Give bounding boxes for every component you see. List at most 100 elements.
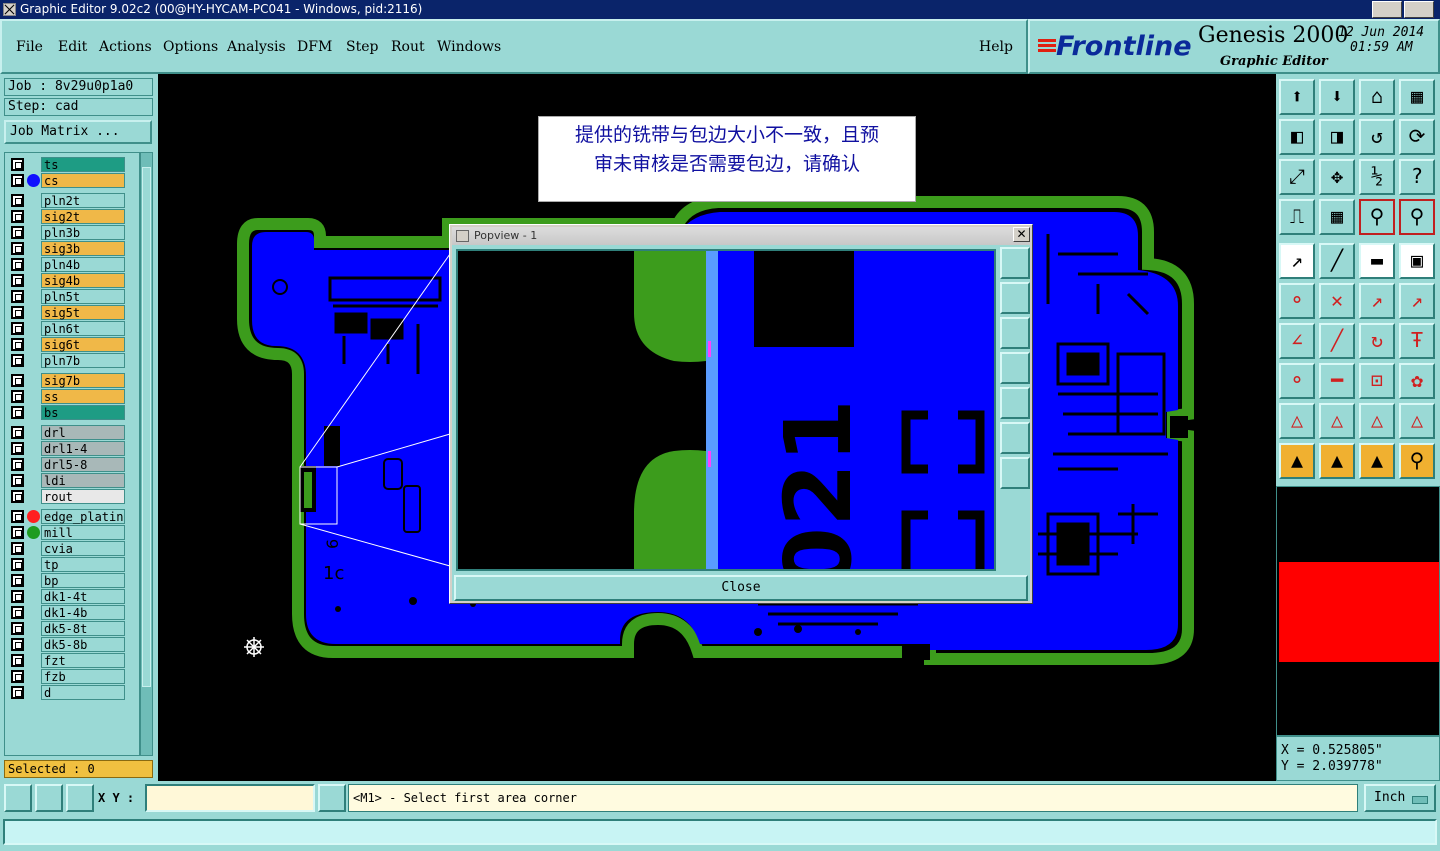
layer-checkbox[interactable] xyxy=(11,406,24,419)
layer-name[interactable]: pln2t xyxy=(41,193,125,208)
layer-row[interactable]: drl5-8 xyxy=(7,457,139,472)
menu-step[interactable]: Step xyxy=(346,39,378,55)
layer-name[interactable]: sig2t xyxy=(41,209,125,224)
layer-row[interactable]: ts xyxy=(7,157,139,172)
layer-row[interactable]: dk1-4b xyxy=(7,605,139,620)
select-add-icon[interactable]: ↗ xyxy=(1279,243,1315,279)
layer-row[interactable]: dk5-8b xyxy=(7,637,139,652)
popview-close-icon[interactable]: ✕ xyxy=(1013,227,1030,242)
layer-name[interactable]: dk1-4b xyxy=(41,605,125,620)
measure-distance-icon[interactable]: ⊡ xyxy=(1359,363,1395,399)
minimap[interactable] xyxy=(1276,486,1440,736)
layer-checkbox[interactable] xyxy=(11,426,24,439)
layer-checkbox[interactable] xyxy=(11,226,24,239)
layer-checkbox[interactable] xyxy=(11,258,24,271)
layer-checkbox[interactable] xyxy=(11,686,24,699)
line-join-icon[interactable]: ━ xyxy=(1319,363,1355,399)
layer-checkbox[interactable] xyxy=(11,374,24,387)
unit-selector[interactable]: Inch xyxy=(1364,784,1436,812)
layer-name[interactable]: sig3b xyxy=(41,241,125,256)
zoom-1-2-icon[interactable]: ½ xyxy=(1359,159,1395,195)
layer-row[interactable]: dk1-4t xyxy=(7,589,139,604)
layer-name[interactable]: dk5-8t xyxy=(41,621,125,636)
layer-checkbox[interactable] xyxy=(11,542,24,555)
layer-name[interactable]: mill xyxy=(41,525,125,540)
minimize-button[interactable] xyxy=(1372,1,1402,18)
layer-checkbox[interactable] xyxy=(11,290,24,303)
menu-file[interactable]: File xyxy=(16,39,43,55)
measure-tool-icon[interactable]: ⎍ xyxy=(1279,199,1315,235)
layer-name[interactable]: bp xyxy=(41,573,125,588)
triangle-b-icon[interactable]: △ xyxy=(1399,403,1435,439)
layer-row[interactable]: fzt xyxy=(7,653,139,668)
layer-checkbox[interactable] xyxy=(11,194,24,207)
layer-row[interactable]: pln4b xyxy=(7,257,139,272)
triangle-a-icon[interactable]: △ xyxy=(1359,403,1395,439)
layer-row[interactable]: sig2t xyxy=(7,209,139,224)
layer-row[interactable]: pln5t xyxy=(7,289,139,304)
scrollbar-thumb[interactable] xyxy=(142,167,151,687)
layer-row[interactable]: fzb xyxy=(7,669,139,684)
popview-close-button[interactable]: Close xyxy=(454,575,1028,601)
popview-zoom-fit-icon[interactable] xyxy=(1000,247,1030,279)
layer-row[interactable]: drl1-4 xyxy=(7,441,139,456)
layer-checkbox[interactable] xyxy=(11,274,24,287)
cursor-box-icon[interactable]: ▲ xyxy=(1319,443,1355,479)
menu-rout[interactable]: Rout xyxy=(391,39,425,55)
layer-name[interactable]: drl xyxy=(41,425,125,440)
undo-view-icon[interactable]: ↺ xyxy=(1359,119,1395,155)
layer-checkbox[interactable] xyxy=(11,474,24,487)
layer-row[interactable]: bs xyxy=(7,405,139,420)
layer-row[interactable]: sig3b xyxy=(7,241,139,256)
layer-checkbox[interactable] xyxy=(11,306,24,319)
cursor-icon[interactable]: ▲ xyxy=(1279,443,1315,479)
layer-row[interactable]: pln3b xyxy=(7,225,139,240)
layer-row[interactable]: sig6t xyxy=(7,337,139,352)
layer-name[interactable]: cvia xyxy=(41,541,125,556)
measure-icon[interactable] xyxy=(35,784,63,812)
layer-name[interactable]: ss xyxy=(41,389,125,404)
layer-name[interactable]: drl1-4 xyxy=(41,441,125,456)
pad-move-icon[interactable]: ⚬ xyxy=(1279,363,1315,399)
snap-icon[interactable]: ⚲ xyxy=(1359,199,1395,235)
layer-checkbox[interactable] xyxy=(11,654,24,667)
layer-row[interactable]: ss xyxy=(7,389,139,404)
layer-checkbox[interactable] xyxy=(11,510,24,523)
cursor-select-icon[interactable]: ▲ xyxy=(1359,443,1395,479)
cross-icon[interactable]: ✕ xyxy=(1319,283,1355,319)
layer-checkbox[interactable] xyxy=(11,242,24,255)
layer-row[interactable]: bp xyxy=(7,573,139,588)
popview-pan-right-icon[interactable] xyxy=(1000,387,1030,419)
layer-row[interactable]: tp xyxy=(7,557,139,572)
popview-canvas[interactable]: 021 xyxy=(456,249,996,571)
layer-checkbox[interactable] xyxy=(11,606,24,619)
maximize-button[interactable] xyxy=(1404,1,1434,18)
angle-icon[interactable]: ∠ xyxy=(1279,323,1315,359)
triangle-up-icon[interactable]: △ xyxy=(1319,403,1355,439)
layer-row[interactable]: pln6t xyxy=(7,321,139,336)
layer-name[interactable]: pln7b xyxy=(41,353,125,368)
grid-toggle-icon[interactable]: ▦ xyxy=(1319,199,1355,235)
layer-checkbox[interactable] xyxy=(11,622,24,635)
popview-zoom-in-icon[interactable] xyxy=(1000,422,1030,454)
text-icon[interactable]: Ŧ xyxy=(1399,323,1435,359)
layer-row[interactable]: cs xyxy=(7,173,139,188)
layer-name[interactable]: fzt xyxy=(41,653,125,668)
layer-row[interactable]: pln2t xyxy=(7,193,139,208)
job-matrix-button[interactable]: Job Matrix ... xyxy=(4,120,152,144)
popview-titlebar[interactable]: Popview - 1 xyxy=(452,227,1030,245)
zoom-center-icon[interactable]: ✥ xyxy=(1319,159,1355,195)
layer-name[interactable]: ts xyxy=(41,157,125,172)
menu-help[interactable]: Help xyxy=(979,39,1013,55)
layer-name[interactable]: dk5-8b xyxy=(41,637,125,652)
layer-name[interactable]: sig5t xyxy=(41,305,125,320)
popview-pan-up-icon[interactable] xyxy=(1000,282,1030,314)
connect-icon[interactable]: ⚬ xyxy=(1279,283,1315,319)
layer-list-scrollbar[interactable] xyxy=(140,152,153,756)
layer-name[interactable]: pln4b xyxy=(41,257,125,272)
move-icon[interactable]: ↗ xyxy=(1359,283,1395,319)
home-up-icon[interactable]: ⬆ xyxy=(1279,79,1315,115)
layer-name[interactable]: sig4b xyxy=(41,273,125,288)
menu-edit[interactable]: Edit xyxy=(58,39,87,55)
popview-pan-down-icon[interactable] xyxy=(1000,317,1030,349)
